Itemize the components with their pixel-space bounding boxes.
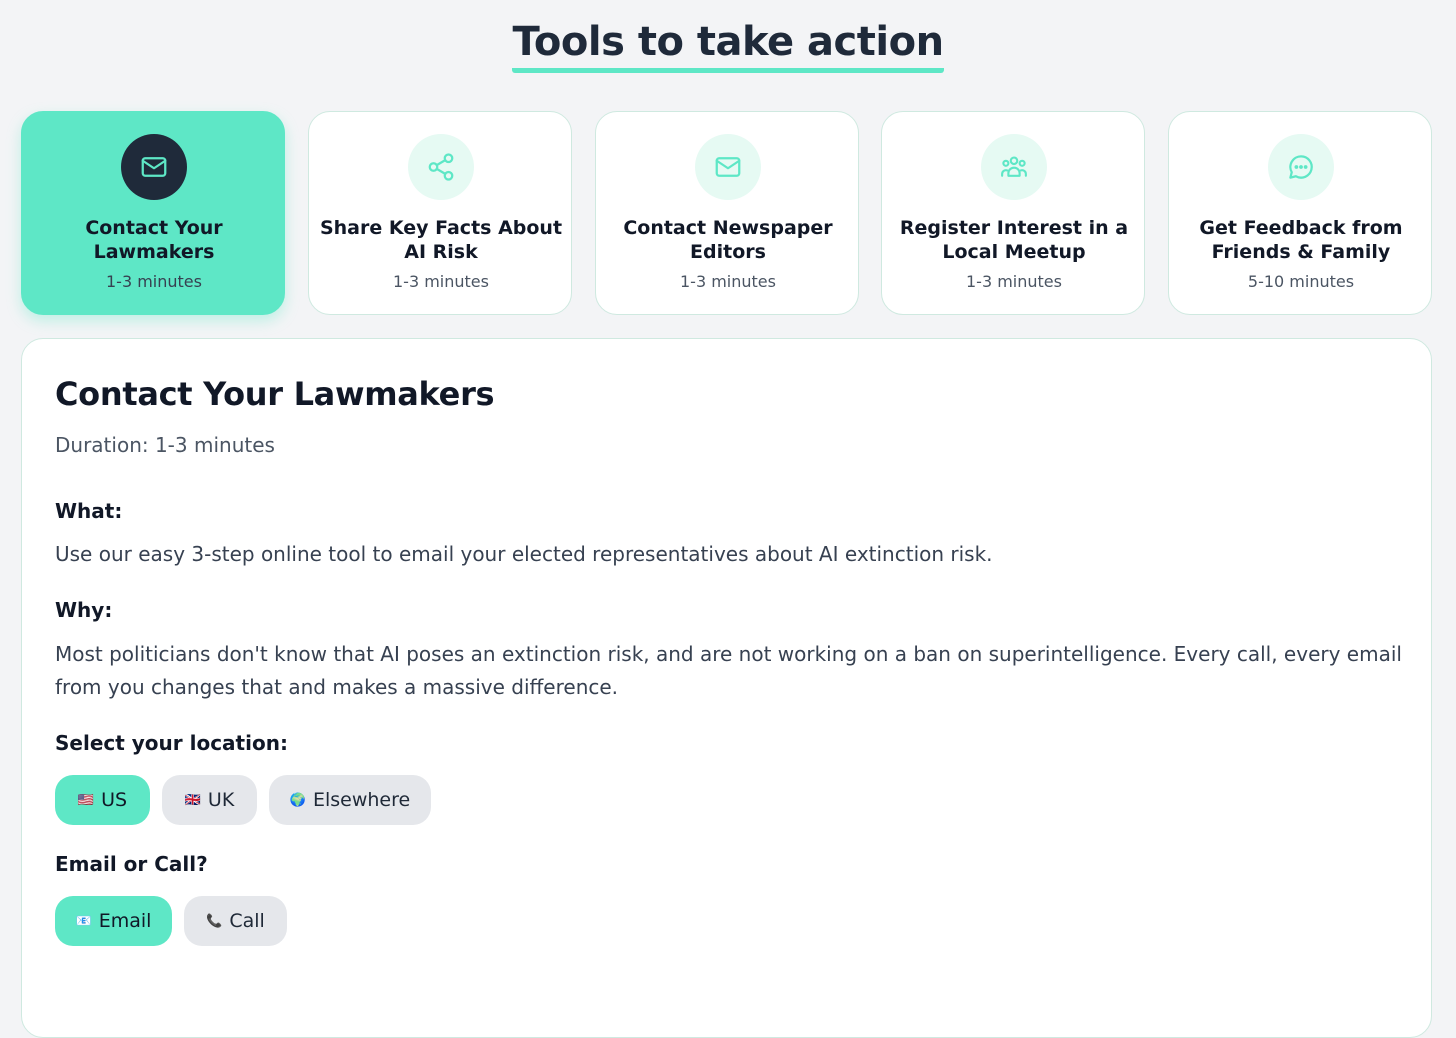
page-title-wrap: Tools to take action xyxy=(0,18,1456,73)
method-label: Email xyxy=(98,910,152,932)
email-icon: 📧 xyxy=(75,913,92,929)
globe-icon: 🌍 xyxy=(289,792,306,808)
share-icon xyxy=(408,134,474,200)
tool-duration: 1-3 minutes xyxy=(966,272,1062,291)
tool-label: Get Feedback from Friends & Family xyxy=(1199,217,1403,263)
tool-card-feedback[interactable]: Get Feedback from Friends & Family 5-10 … xyxy=(1168,111,1432,315)
us-flag-icon: 🇺🇸 xyxy=(77,792,95,808)
location-option-uk[interactable]: 🇬🇧 UK xyxy=(162,775,257,825)
location-label: UK xyxy=(207,789,235,811)
location-option-elsewhere[interactable]: 🌍 Elsewhere xyxy=(269,775,431,825)
method-option-email[interactable]: 📧 Email xyxy=(55,896,172,946)
tool-card-contact-lawmakers[interactable]: Contact Your Lawmakers 1-3 minutes xyxy=(21,111,285,315)
tool-card-local-meetup[interactable]: Register Interest in a Local Meetup 1-3 … xyxy=(881,111,1145,315)
why-heading: Why: xyxy=(55,598,113,622)
detail-title: Contact Your Lawmakers xyxy=(55,375,495,413)
detail-panel: Contact Your Lawmakers Duration: 1-3 min… xyxy=(21,338,1432,1038)
why-text: Most politicians don't know that AI pose… xyxy=(55,642,1402,699)
method-heading: Email or Call? xyxy=(55,852,208,876)
uk-flag-icon: 🇬🇧 xyxy=(184,792,201,808)
what-heading: What: xyxy=(55,499,123,523)
what-text: Use our easy 3-step online tool to email… xyxy=(55,542,993,566)
location-heading: Select your location: xyxy=(55,731,288,755)
tool-card-contact-editors[interactable]: Contact Newspaper Editors 1-3 minutes xyxy=(595,111,859,315)
mail-icon xyxy=(121,134,187,200)
tool-duration: 1-3 minutes xyxy=(680,272,776,291)
tool-card-share-facts[interactable]: Share Key Facts About AI Risk 1-3 minute… xyxy=(308,111,572,315)
chat-bubble-icon xyxy=(1268,134,1334,200)
tool-label: Contact Your Lawmakers xyxy=(85,217,223,263)
group-icon xyxy=(981,134,1047,200)
phone-icon: 📞 xyxy=(206,913,223,929)
tool-label: Contact Newspaper Editors xyxy=(623,217,833,263)
mail-icon xyxy=(695,134,761,200)
location-label: Elsewhere xyxy=(312,789,411,811)
location-label: US xyxy=(101,789,128,811)
tool-label: Register Interest in a Local Meetup xyxy=(899,217,1129,263)
location-option-us[interactable]: 🇺🇸 US xyxy=(55,775,150,825)
tools-row: Contact Your Lawmakers 1-3 minutes Share… xyxy=(21,111,1432,315)
method-label: Call xyxy=(229,910,265,932)
tool-duration: 1-3 minutes xyxy=(393,272,489,291)
page-title: Tools to take action xyxy=(512,18,944,73)
tool-duration: 5-10 minutes xyxy=(1247,272,1355,291)
tool-label: Share Key Facts About AI Risk xyxy=(319,217,563,263)
tool-duration: 1-3 minutes xyxy=(106,272,202,291)
method-option-call[interactable]: 📞 Call xyxy=(184,896,287,946)
detail-duration: Duration: 1-3 minutes xyxy=(55,433,275,457)
